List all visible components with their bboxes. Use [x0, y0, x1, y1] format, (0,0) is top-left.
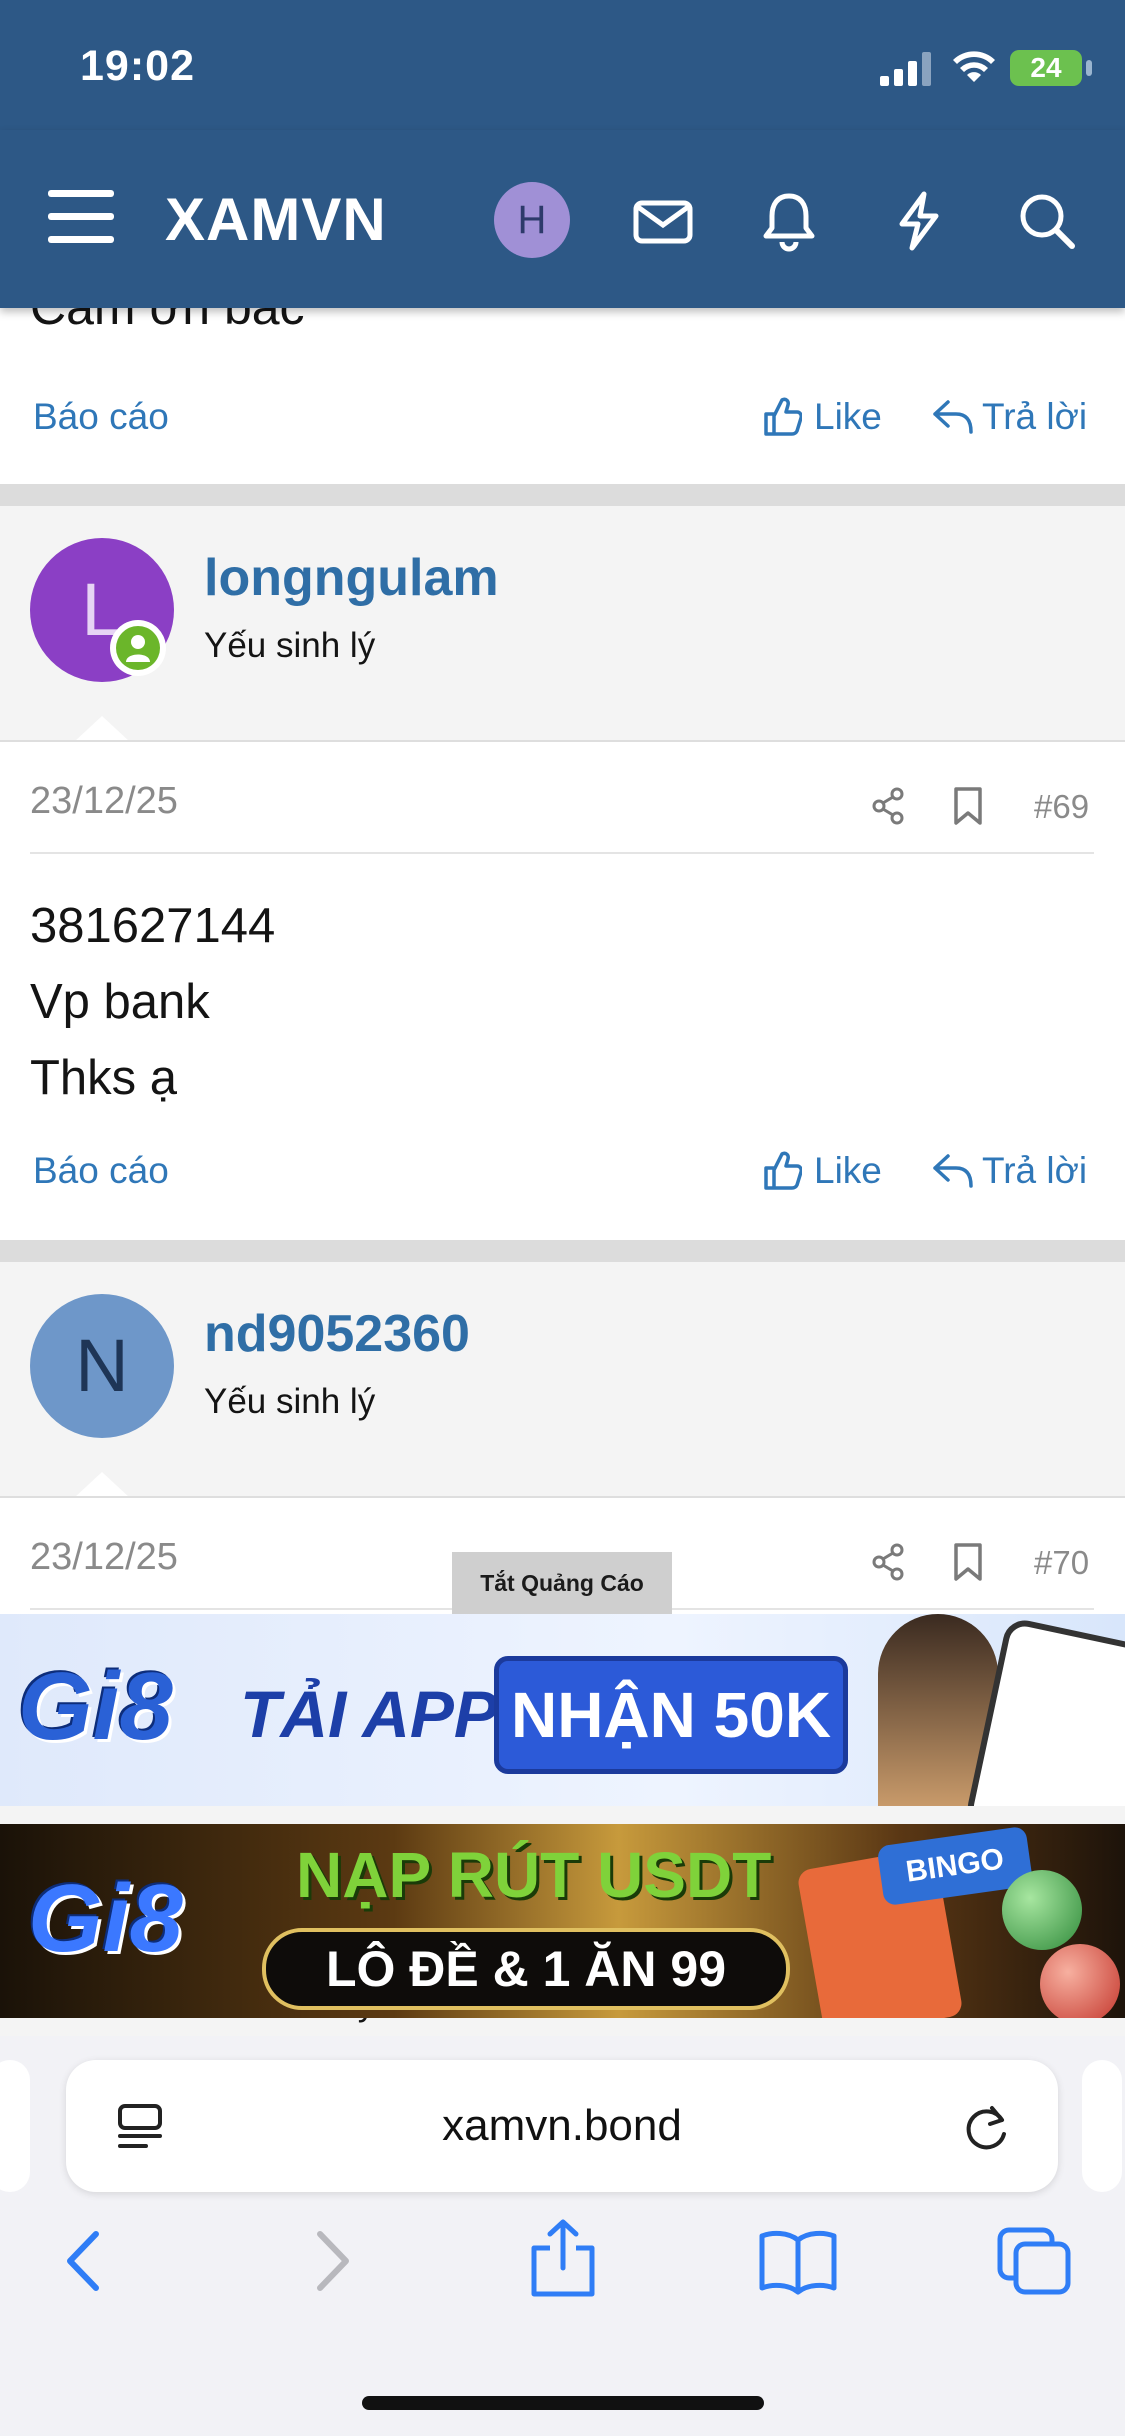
post-69: 23/12/25 #69 381627144 Vp bank Thks ạ Bá… — [0, 742, 1125, 1240]
post-70-date[interactable]: 23/12/25 — [30, 1536, 178, 1579]
post-separator — [0, 484, 1125, 506]
reply-icon[interactable] — [932, 396, 974, 436]
status-time: 19:02 — [80, 42, 195, 90]
ad2-text2: LÔ ĐỀ & 1 ĂN 99 — [262, 1928, 790, 2010]
post-70-avatar[interactable]: N — [30, 1294, 174, 1438]
post-70-caret — [74, 1472, 130, 1498]
post-69-line: Vp bank — [30, 975, 210, 1029]
site-logo[interactable]: XAMVN — [165, 185, 387, 254]
reply-link[interactable]: Trả lời — [982, 1150, 1087, 1192]
like-link[interactable]: Like — [814, 1150, 882, 1192]
post-69-date[interactable]: 23/12/25 — [30, 780, 178, 823]
prev-post-text: Cảm ơn bác — [30, 308, 305, 336]
ad1-text1: TẢI APP — [240, 1677, 498, 1751]
url-text[interactable]: xamvn.bond — [66, 2060, 1058, 2192]
lightning-icon[interactable] — [888, 190, 950, 252]
ad1-brand: Gi8 — [18, 1653, 173, 1760]
report-link[interactable]: Báo cáo — [33, 396, 169, 438]
like-link[interactable]: Like — [814, 396, 882, 438]
close-ads-button[interactable]: Tắt Quảng Cáo — [452, 1552, 672, 1614]
share-icon[interactable] — [870, 786, 906, 826]
prev-tab-card[interactable] — [0, 2060, 30, 2192]
ad2-ball-image — [1002, 1870, 1082, 1950]
post-69-username[interactable]: longngulam — [204, 548, 499, 608]
post-separator — [0, 1240, 1125, 1262]
post-69-caret — [74, 716, 130, 742]
like-icon[interactable] — [762, 394, 802, 438]
post-69-line: Thks ạ — [30, 1051, 178, 1105]
ad2-brand: Gi8 — [28, 1865, 183, 1972]
ad1-text2: NHẬN 50K — [494, 1656, 848, 1774]
like-icon[interactable] — [762, 1148, 802, 1192]
post-70-userblock: N nd9052360 Yếu sinh lý — [0, 1262, 1125, 1498]
post-69-line: 381627144 — [30, 899, 276, 953]
online-indicator-icon — [110, 620, 166, 676]
status-bar: 19:02 24 — [0, 0, 1125, 130]
wifi-icon — [953, 51, 995, 82]
battery-icon — [1086, 60, 1092, 76]
home-indicator — [362, 2396, 764, 2410]
forward-icon[interactable] — [294, 2226, 364, 2296]
post-69-body: 381627144 Vp bank Thks ạ — [30, 888, 275, 1116]
tabs-icon[interactable] — [996, 2226, 1072, 2296]
back-icon[interactable] — [52, 2226, 122, 2296]
prev-post: Cảm ơn bác Báo cáo Like Trả lời — [0, 308, 1125, 484]
share-icon[interactable] — [870, 1542, 906, 1582]
share-sheet-icon[interactable] — [526, 2218, 600, 2298]
next-tab-card[interactable] — [1082, 2060, 1122, 2192]
bookmark-icon[interactable] — [952, 786, 984, 826]
ad2-ball-image — [1040, 1944, 1120, 2018]
ad-banner-2[interactable]: Gi8 NẠP RÚT USDT LÔ ĐỀ & 1 ĂN 99 BINGO — [0, 1824, 1125, 2018]
post-70-user-title: Yếu sinh lý — [204, 1382, 376, 1421]
cellular-signal-icon — [880, 52, 931, 86]
reply-icon[interactable] — [932, 1150, 974, 1190]
search-icon[interactable] — [1016, 190, 1078, 252]
bookmark-icon[interactable] — [952, 1542, 984, 1582]
reply-link[interactable]: Trả lời — [982, 396, 1087, 438]
ad-banner-1[interactable]: Gi8 TẢI APP NHẬN 50K — [0, 1614, 1125, 1806]
battery-level: 24 — [1010, 50, 1082, 86]
post-70-username[interactable]: nd9052360 — [204, 1304, 470, 1364]
post-69-userblock: L longngulam Yếu sinh lý — [0, 506, 1125, 742]
report-link[interactable]: Báo cáo — [33, 1150, 169, 1192]
reload-icon[interactable] — [962, 2102, 1012, 2154]
bookmarks-icon[interactable] — [758, 2226, 838, 2296]
menu-icon[interactable] — [48, 190, 114, 244]
thread-content: Cảm ơn bác Báo cáo Like Trả lời L longng… — [0, 308, 1125, 2070]
mail-icon[interactable] — [632, 190, 694, 252]
post-69-user-title: Yếu sinh lý — [204, 626, 376, 665]
post-70-number[interactable]: #70 — [1034, 1544, 1089, 1582]
user-avatar[interactable]: H — [494, 182, 570, 258]
bell-icon[interactable] — [758, 190, 820, 252]
address-bar[interactable]: xamvn.bond — [66, 2060, 1058, 2192]
post-69-number[interactable]: #69 — [1034, 788, 1089, 826]
ad2-text1: NẠP RÚT USDT — [296, 1839, 772, 1911]
